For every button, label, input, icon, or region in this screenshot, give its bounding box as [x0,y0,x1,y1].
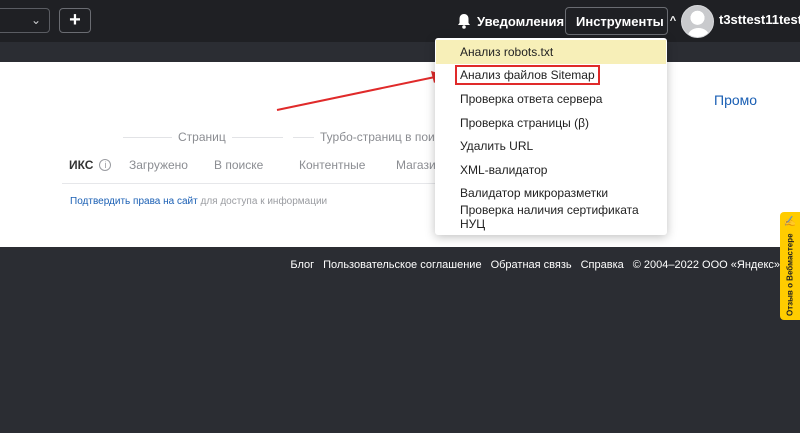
menu-item-label: Проверка наличия сертификата НУЦ [460,202,639,231]
add-site-button[interactable]: + [59,8,91,33]
menu-item-label: Валидатор микроразметки [460,186,609,201]
footer-link-blog[interactable]: Блог [290,259,314,271]
group-label-pages: Страниц [172,130,232,144]
notifications-label: Уведомления [477,13,565,29]
menu-item-microdata-validator[interactable]: Валидатор микроразметки [435,182,667,206]
footer-link-help[interactable]: Справка [581,259,624,271]
menu-item-xml-validator[interactable]: XML-валидатор [435,158,667,182]
chevron-down-icon: ⌄ [30,13,41,27]
menu-item-label: Анализ robots.txt [460,44,554,59]
avatar[interactable] [681,5,714,38]
site-select[interactable]: ⌄ [0,8,50,33]
menu-item-server-response[interactable]: Проверка ответа сервера [435,87,667,111]
chevron-up-icon: ^ [669,15,677,27]
footer-copyright: © 2004–2022 ООО «Яндекс» [632,259,780,271]
footer-link-feedback[interactable]: Обратная связь [491,259,572,271]
iks-text: ИКС [69,158,94,172]
menu-item-label: Удалить URL [460,139,534,154]
menu-item-label: Анализ файлов Sitemap [455,65,600,86]
pen-icon: ✍ [783,216,797,228]
tools-label: Инструменты [576,13,664,29]
feedback-tab-content: Отзыв о Вебмастере ✍ [783,216,797,317]
bell-icon [458,14,470,29]
column-loaded: Загружено [129,158,188,172]
menu-item-label: Проверка страницы (β) [460,115,589,130]
column-content: Контентные [299,158,366,172]
menu-item-certificate-check[interactable]: Проверка наличия сертификата НУЦ [435,202,667,231]
footer-link-terms[interactable]: Пользовательское соглашение [323,259,481,271]
footer: Блог Пользовательское соглашение Обратна… [290,259,780,271]
verify-rights-link[interactable]: Подтвердить права на сайт [70,196,198,207]
annotation-arrow [276,71,445,111]
menu-item-label: Проверка ответа сервера [460,91,603,106]
menu-item-remove-url[interactable]: Удалить URL [435,134,667,158]
tools-dropdown-menu: Анализ robots.txt Анализ файлов Sitemap … [435,38,667,235]
menu-item-page-check[interactable]: Проверка страницы (β) [435,111,667,135]
menu-item-robots[interactable]: Анализ robots.txt [436,40,666,64]
top-bar: ⌄ + Уведомления Инструменты ^ t3sttest11… [0,0,800,42]
username[interactable]: t3sttest11test [719,12,800,27]
feedback-tab[interactable]: Отзыв о Вебмастере ✍ [780,212,800,320]
column-in-search: В поиске [214,158,264,172]
verify-rights-suffix: для доступа к информации [197,196,328,207]
iks-label: ИКС i [69,158,112,172]
menu-item-label: XML-валидатор [460,162,548,177]
tools-button[interactable]: Инструменты ^ [565,7,676,35]
notifications-button[interactable]: Уведомления [457,11,564,31]
feedback-tab-label: Отзыв о Вебмастере [785,233,795,317]
info-icon[interactable]: i [99,159,112,171]
verify-rights-text: Подтвердить права на сайт для доступа к … [70,196,327,207]
promo-link[interactable]: Промо [714,92,757,108]
menu-item-sitemap[interactable]: Анализ файлов Sitemap [435,64,667,88]
